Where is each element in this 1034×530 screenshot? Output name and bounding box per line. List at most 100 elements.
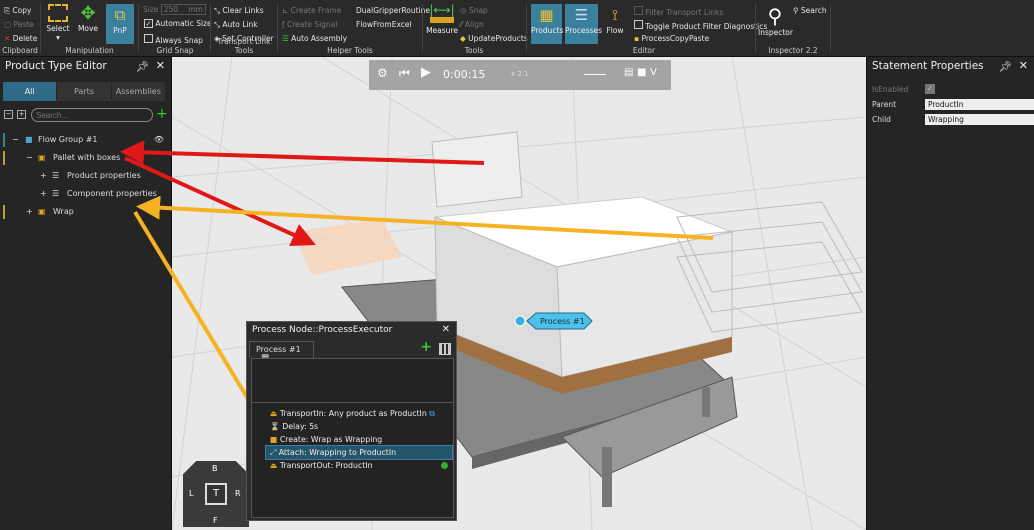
status-dot xyxy=(441,462,448,469)
statement-create[interactable]: ■ Create: Wrap as Wrapping xyxy=(266,433,452,446)
close-icon[interactable]: ✕ xyxy=(1019,59,1028,72)
close-icon[interactable]: ✕ xyxy=(156,59,165,72)
processes-button[interactable]: ☰ Processes xyxy=(565,4,602,44)
sim-speed: x 2.1 xyxy=(511,70,529,78)
process-node-marker xyxy=(514,315,526,327)
child-field[interactable]: Wrapping xyxy=(925,114,1034,125)
reset-icon[interactable]: ⏮ xyxy=(399,66,410,81)
snap-button[interactable]: ◎ Snap xyxy=(460,6,488,15)
delete-button[interactable]: ✕ Delete xyxy=(4,34,37,43)
process-label: Process #1 xyxy=(540,317,585,326)
product-icon: ▣ xyxy=(38,153,46,162)
cube-front[interactable]: F xyxy=(213,516,218,525)
speed-slider[interactable] xyxy=(584,74,606,75)
settings-icon[interactable]: ⚙ xyxy=(377,66,388,80)
parent-field[interactable]: ProductIn xyxy=(925,99,1034,110)
copy-button[interactable]: ⎘ Copy xyxy=(4,6,31,16)
is-enabled-label: IsEnabled xyxy=(872,85,909,94)
flow-button[interactable]: ⟟ Flow xyxy=(601,4,629,35)
transport-link-group: ⤡ Clear Links ⤡ Auto Link ◈ Set Controll… xyxy=(214,6,274,55)
product-tree: − ■ Flow Group #1 👁︎ − ▣ Pallet with boxes + ☰… xyxy=(0,131,172,221)
search-input[interactable] xyxy=(31,108,153,122)
tools-group: |⟷| Measure ◎ Snap ⁄⁄ Align ◆ UpdateProdu… xyxy=(426,3,528,55)
tree-item-wrap[interactable]: + ▣ Wrap xyxy=(0,203,172,221)
properties-icon: ☰ xyxy=(52,171,60,180)
cube-top[interactable]: T xyxy=(205,483,227,505)
ghost-box xyxy=(292,219,402,275)
pnp-button[interactable]: ⧉ PnP xyxy=(106,4,134,44)
paste-button[interactable]: ▢ Paste xyxy=(4,20,34,29)
filter-tabs: All Parts Assemblies xyxy=(3,82,166,101)
pallet-with-boxes xyxy=(431,131,734,394)
tab-all[interactable]: All xyxy=(3,82,58,101)
panel-title: Statement Properties xyxy=(872,60,984,72)
toggle-filter-checkbox[interactable]: Toggle Product Filter Diagnostics xyxy=(634,20,767,31)
statement-transport-in[interactable]: ⏏ TransportIn: Any product as ProductIn … xyxy=(266,407,452,420)
grid-icon[interactable] xyxy=(439,343,451,355)
inspector-group: ⚲ Inspector ⚲ Search Inspector 2.2 xyxy=(758,4,827,55)
align-button[interactable]: ⁄⁄ Align xyxy=(460,20,484,29)
properties-icon: ☰ xyxy=(52,189,60,198)
tree-item-pallet[interactable]: − ▣ Pallet with boxes xyxy=(0,149,172,167)
tab-parts[interactable]: Parts xyxy=(57,82,112,101)
eye-icon[interactable]: 👁︎ xyxy=(154,131,164,149)
clear-links-button[interactable]: ⤡ Clear Links xyxy=(214,6,264,16)
auto-assembly-button[interactable]: ☰ Auto Assembly xyxy=(282,34,347,43)
product-type-editor-panel: Product Type Editor 📌︎ ✕ All Parts Assembl… xyxy=(0,57,172,530)
size-input[interactable]: 250 mm xyxy=(160,4,206,15)
close-icon[interactable]: ✕ xyxy=(442,324,450,335)
create-signal-button[interactable]: ƒ Create Signal xyxy=(282,20,337,29)
collapse-all-button[interactable]: − xyxy=(4,110,13,119)
process-editor-window: Process Node::ProcessExecutor ✕ Process #… xyxy=(246,321,457,521)
magnifier-icon: ⚲ xyxy=(767,4,783,28)
always-snap-checkbox[interactable]: Always Snap xyxy=(144,34,203,45)
tree-item-component-properties[interactable]: + ☰ Component properties xyxy=(0,185,172,203)
statement-delay[interactable]: ⌛ Delay: 5s xyxy=(266,420,452,433)
auto-link-button[interactable]: ⤡ Auto Link xyxy=(214,20,258,30)
tab-assemblies[interactable]: Assemblies xyxy=(112,82,166,101)
tree-item-flow-group[interactable]: − ■ Flow Group #1 👁︎ xyxy=(0,131,172,149)
grid-snap-group: Size 250 mm ✓ Automatic Size Always Snap… xyxy=(143,4,212,55)
search-button[interactable]: ⚲ Search xyxy=(793,6,827,15)
cube-back[interactable]: B xyxy=(212,464,218,473)
statement-area: ⏏ TransportIn: Any product as ProductIn … xyxy=(251,358,454,518)
delete-icon: ✕ xyxy=(4,34,11,43)
expand-all-button[interactable]: + xyxy=(17,110,26,119)
create-frame-button[interactable]: ⊾ Create Frame xyxy=(282,6,341,15)
measure-button[interactable]: |⟷| Measure xyxy=(426,4,458,35)
statement-attach[interactable]: ⤢ Attach: Wrapping to ProductIn xyxy=(265,445,453,460)
vr-icon[interactable]: V xyxy=(650,67,657,78)
cube-left[interactable]: L xyxy=(189,489,193,498)
move-button[interactable]: ✥ Move xyxy=(74,3,102,34)
view-cube[interactable]: T B L R F xyxy=(183,461,249,527)
statement-transport-out[interactable]: ⏏ TransportOut: ProductIn xyxy=(266,459,452,472)
pdf-icon[interactable]: ▤ xyxy=(624,67,633,78)
filter-transport-checkbox[interactable]: Filter Transport Links xyxy=(634,6,723,17)
tab-process-1[interactable]: Process #1 🗑︎ xyxy=(249,341,314,363)
statement-properties-panel: Statement Properties 📌︎ ✕ IsEnabled ✓ Pare… xyxy=(866,57,1034,530)
products-button[interactable]: ▦ Products xyxy=(531,4,563,44)
product-icon: ▣ xyxy=(38,207,46,216)
flow-from-excel-button[interactable]: FlowFromExcel xyxy=(356,20,412,29)
pin-icon[interactable]: 📌︎ xyxy=(136,60,149,73)
play-icon[interactable]: ▶ xyxy=(421,65,431,80)
update-products-button[interactable]: ◆ UpdateProducts xyxy=(460,34,528,43)
pin-icon[interactable]: 📌︎ xyxy=(999,60,1012,73)
inspector-button[interactable]: ⚲ Inspector xyxy=(758,4,793,37)
cube-right[interactable]: R xyxy=(235,489,241,498)
select-button[interactable]: Select ▾ xyxy=(44,4,72,42)
automatic-size-checkbox[interactable]: ✓ Automatic Size xyxy=(144,19,212,28)
process-copy-paste-button[interactable]: ▪ ProcessCopyPaste xyxy=(634,34,709,43)
ribbon: ⎘ Copy ▢ Paste ✕ Delete Clipboard Select… xyxy=(0,0,1034,57)
is-enabled-checkbox[interactable]: ✓ xyxy=(925,84,935,94)
helper-tools-group: ⊾ Create Frame ƒ Create Signal ☰ Auto As… xyxy=(282,6,431,55)
camera-icon[interactable]: ■ xyxy=(637,67,646,78)
move-icon: ✥ xyxy=(80,3,96,24)
add-statement-icon[interactable]: + xyxy=(420,339,432,355)
dual-gripper-button[interactable]: DualGripperRoutine xyxy=(356,6,430,15)
parent-label: Parent xyxy=(872,100,897,109)
tree-item-product-properties[interactable]: + ☰ Product properties xyxy=(0,167,172,185)
add-icon[interactable]: + xyxy=(156,106,168,122)
editor-group: ▦ Products ☰ Processes ⟟ Flow Filter Transp… xyxy=(531,4,768,55)
panel-title: Product Type Editor xyxy=(5,60,107,72)
